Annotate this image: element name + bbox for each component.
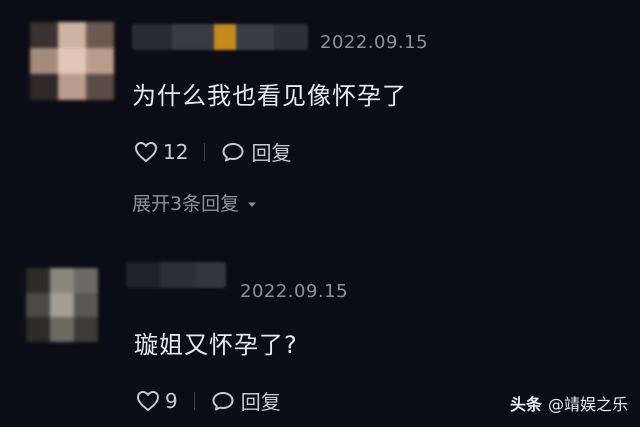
- like-button[interactable]: 9: [136, 389, 178, 413]
- reply-button[interactable]: 回复: [211, 386, 281, 415]
- avatar[interactable]: [26, 268, 98, 342]
- comment-section: 2022.09.15 为什么我也看见像怀孕了 12 回复 展开3条回复 2022…: [0, 0, 640, 427]
- comment-actions: 9 回复: [136, 386, 281, 415]
- username-blurred[interactable]: [126, 262, 226, 288]
- reply-label: 回复: [240, 390, 281, 414]
- comment-item: 2022.09.15 璇姐又怀孕了? 9 回复: [0, 0, 640, 427]
- watermark-brand: 头条: [509, 395, 542, 414]
- watermark-handle: @靖娱之乐: [547, 395, 628, 414]
- heart-outline-icon: [136, 390, 160, 412]
- comment-timestamp: 2022.09.15: [240, 281, 349, 302]
- watermark: 头条 @靖娱之乐: [510, 391, 628, 415]
- comment-text: 璇姐又怀孕了?: [134, 331, 298, 359]
- action-divider: [193, 391, 195, 410]
- speech-bubble-icon: [211, 390, 235, 412]
- like-count: 9: [165, 388, 178, 413]
